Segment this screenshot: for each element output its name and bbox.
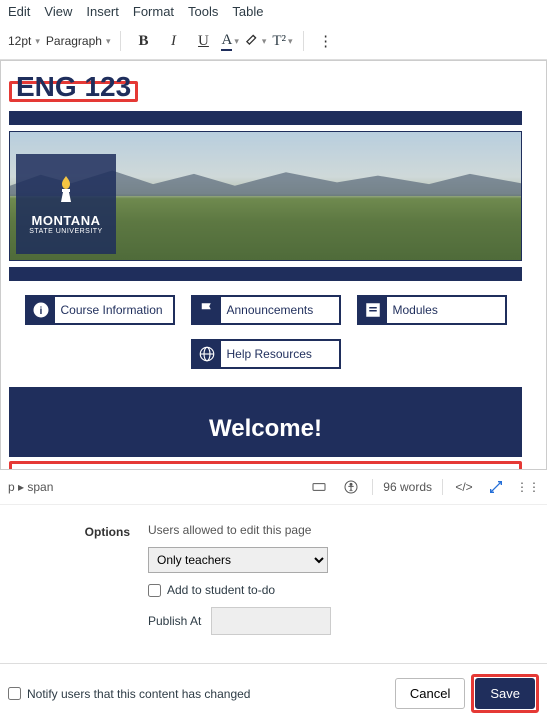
highlight-annotation: Save: [471, 674, 539, 713]
italic-button[interactable]: I: [161, 29, 185, 53]
superscript-button[interactable]: T² ▾: [272, 33, 292, 50]
nav-modules[interactable]: Modules: [357, 295, 507, 325]
menu-table[interactable]: Table: [232, 4, 263, 19]
editor-statusbar: p ▸ span 96 words </> ⋮⋮: [0, 470, 547, 505]
publish-at-label: Publish At: [148, 614, 201, 628]
publish-at-input[interactable]: [211, 607, 331, 635]
accessibility-icon[interactable]: [340, 476, 362, 498]
nav-course-info[interactable]: i Course Information: [25, 295, 175, 325]
todo-checkbox[interactable]: [148, 584, 161, 597]
chevron-down-icon: ▾: [35, 36, 40, 47]
keyboard-icon[interactable]: [308, 476, 330, 498]
welcome-heading[interactable]: Welcome!: [9, 387, 522, 457]
page-footer: Notify users that this content has chang…: [0, 663, 547, 723]
menu-format[interactable]: Format: [133, 4, 174, 19]
highlight-annotation: ENG 123: [9, 81, 138, 102]
nav-row: i Course Information Announcements Modul…: [9, 295, 522, 325]
university-name: MONTANA: [32, 213, 101, 228]
separator: [303, 31, 304, 51]
chevron-down-icon: ▾: [234, 36, 239, 47]
cancel-button[interactable]: Cancel: [395, 678, 465, 709]
users-edit-select[interactable]: Only teachers: [148, 547, 328, 573]
course-banner: MONTANA STATE UNIVERSITY: [9, 131, 522, 261]
word-count[interactable]: 96 words: [383, 480, 432, 494]
editor-toolbar: 12pt▾ Paragraph▾ B I U A ▾ ▾ T² ▾ ⋮: [0, 23, 547, 60]
nav-label: Help Resources: [221, 347, 318, 361]
font-size-select[interactable]: 12pt▾: [8, 34, 40, 48]
menu-bar: Edit View Insert Format Tools Table: [0, 0, 547, 23]
editor-area[interactable]: ENG 123 MONTANA STATE UNIVERSITY i: [0, 60, 547, 470]
options-section: Options Users allowed to edit this page …: [0, 505, 547, 645]
course-description[interactable]: ENG 123: Exploring Contemporary Literatu…: [14, 466, 517, 470]
menu-view[interactable]: View: [44, 4, 72, 19]
menu-insert[interactable]: Insert: [86, 4, 119, 19]
highlight-annotation: ENG 123: Exploring Contemporary Literatu…: [9, 461, 522, 470]
flag-icon: [193, 297, 221, 323]
nav-announcements[interactable]: Announcements: [191, 295, 341, 325]
divider-bar: [9, 267, 522, 281]
text-color-button[interactable]: A ▾: [221, 32, 238, 51]
fullscreen-icon[interactable]: [485, 476, 507, 498]
list-icon: [359, 297, 387, 323]
element-path[interactable]: p ▸ span: [8, 480, 298, 494]
university-logo: MONTANA STATE UNIVERSITY: [16, 154, 116, 254]
highlight-icon: [245, 31, 260, 51]
info-icon: i: [27, 297, 55, 323]
paragraph-select[interactable]: Paragraph▾: [46, 34, 111, 48]
users-edit-label: Users allowed to edit this page: [148, 523, 331, 537]
save-button[interactable]: Save: [475, 678, 535, 709]
menu-tools[interactable]: Tools: [188, 4, 218, 19]
chevron-down-icon: ▾: [288, 36, 293, 47]
drag-handle-icon[interactable]: ⋮⋮: [517, 476, 539, 498]
torch-icon: [54, 174, 78, 211]
university-sub: STATE UNIVERSITY: [29, 228, 102, 235]
todo-checkbox-row[interactable]: Add to student to-do: [148, 583, 331, 597]
html-view-button[interactable]: </>: [453, 476, 475, 498]
chevron-down-icon: ▾: [106, 36, 111, 47]
nav-label: Announcements: [221, 303, 320, 317]
chevron-down-icon: ▾: [262, 36, 267, 47]
course-title[interactable]: ENG 123: [12, 69, 135, 105]
bold-button[interactable]: B: [131, 29, 155, 53]
globe-icon: [193, 341, 221, 367]
options-label: Options: [60, 523, 130, 635]
todo-label: Add to student to-do: [167, 583, 275, 597]
separator: [120, 31, 121, 51]
nav-help[interactable]: Help Resources: [191, 339, 341, 369]
nav-label: Course Information: [55, 303, 169, 317]
menu-edit[interactable]: Edit: [8, 4, 30, 19]
more-button[interactable]: ⋮: [314, 29, 338, 53]
underline-button[interactable]: U: [191, 29, 215, 53]
divider-bar: [9, 111, 522, 125]
highlight-button[interactable]: ▾: [245, 31, 267, 51]
nav-label: Modules: [387, 303, 444, 317]
svg-text:i: i: [39, 305, 42, 317]
